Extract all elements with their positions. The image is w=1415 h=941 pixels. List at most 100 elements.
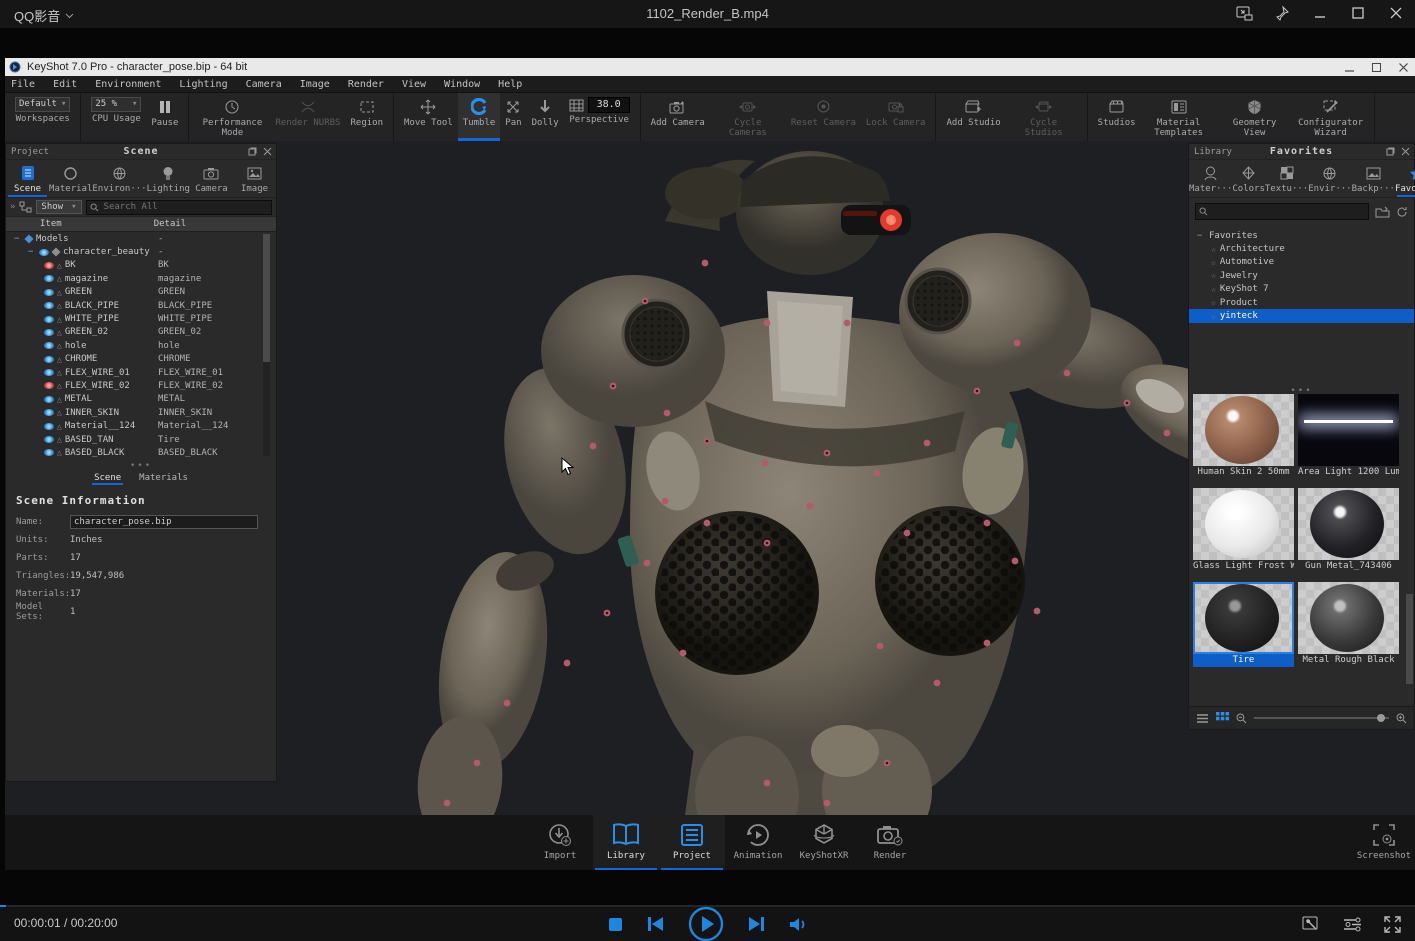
tree-row[interactable]: △BASED_BLACKBASED_BLACK: [6, 446, 276, 459]
tree-row[interactable]: △METALMETAL: [6, 393, 276, 406]
tab-image[interactable]: Image: [233, 160, 276, 197]
refresh-icon[interactable]: [1396, 206, 1408, 218]
performance-mode-button[interactable]: Performance Mode: [194, 93, 270, 141]
tree-row[interactable]: △BASED_TANTire: [6, 433, 276, 446]
thumbnail-size-slider[interactable]: [1254, 717, 1389, 719]
ribbon-animation[interactable]: Animation: [725, 815, 791, 870]
playlist-settings-icon[interactable]: [1343, 917, 1362, 932]
tree-row[interactable]: △CHROMECHROME: [6, 353, 276, 366]
material-thumb-human-skin[interactable]: Human Skin 2 50mm: [1193, 394, 1294, 479]
menu-render[interactable]: Render: [348, 79, 384, 90]
material-thumb-glass-frost[interactable]: Glass Light Frost White: [1193, 488, 1294, 573]
move-tool-button[interactable]: Move Tool: [399, 93, 458, 141]
visibility-eye-icon[interactable]: [44, 302, 54, 309]
visibility-eye-icon[interactable]: [39, 249, 49, 256]
material-templates-button[interactable]: Material Templates: [1141, 93, 1217, 141]
menu-lighting[interactable]: Lighting: [179, 79, 227, 90]
ks-maximize-button[interactable]: [1371, 62, 1382, 73]
scene-search-input[interactable]: [102, 201, 268, 213]
render-nurbs-button[interactable]: Render NURBS: [270, 93, 345, 141]
visibility-eye-icon[interactable]: [44, 356, 54, 363]
menu-view[interactable]: View: [402, 79, 426, 90]
pan-button[interactable]: Pan: [500, 93, 526, 141]
ribbon-library[interactable]: Library: [593, 815, 659, 870]
tab-camera[interactable]: Camera: [190, 160, 233, 197]
tab-environment[interactable]: Environ···: [92, 160, 146, 197]
tree-row[interactable]: −Models-: [6, 232, 276, 245]
volume-button[interactable]: [789, 917, 807, 932]
visibility-eye-icon[interactable]: [44, 329, 54, 336]
visibility-eye-icon[interactable]: [44, 449, 54, 456]
cycle-studios-button[interactable]: Cycle Studios: [1006, 93, 1082, 141]
dolly-button[interactable]: Dolly: [527, 93, 564, 141]
tab-materials-lib[interactable]: Mater···: [1189, 160, 1232, 197]
visibility-eye-icon[interactable]: [44, 409, 54, 416]
tree-row[interactable]: △holehole: [6, 339, 276, 352]
tree-row[interactable]: △GREENGREEN: [6, 286, 276, 299]
list-view-icon[interactable]: [1196, 713, 1209, 724]
tree-filter-icon[interactable]: [19, 201, 32, 213]
material-thumb-tire[interactable]: Tire: [1193, 582, 1294, 667]
visibility-eye-icon[interactable]: [44, 369, 54, 376]
menu-image[interactable]: Image: [300, 79, 330, 90]
ks-close-button[interactable]: [1398, 62, 1409, 73]
favorite-item[interactable]: ☆KeyShot 7: [1189, 283, 1414, 296]
menu-window[interactable]: Window: [444, 79, 480, 90]
library-search-input[interactable]: [1211, 206, 1365, 218]
tumble-button[interactable]: Tumble: [458, 93, 501, 141]
favorites-root[interactable]: −Favorites: [1189, 229, 1414, 242]
next-button[interactable]: [748, 916, 765, 932]
region-button[interactable]: Region: [345, 93, 388, 141]
favorite-item[interactable]: ☆Product: [1189, 296, 1414, 309]
ribbon-screenshot[interactable]: Screenshot: [1353, 815, 1415, 861]
favorite-item[interactable]: ☆Jewelry: [1189, 269, 1414, 282]
add-camera-button[interactable]: Add Camera: [646, 93, 710, 141]
library-scrollbar[interactable]: [1406, 594, 1413, 684]
maximize-button[interactable]: [1343, 2, 1373, 24]
reset-camera-button[interactable]: Reset Camera: [786, 93, 861, 141]
tab-material[interactable]: Material: [49, 160, 92, 197]
tree-row[interactable]: △FLEX_WIRE_01FLEX_WIRE_01: [6, 366, 276, 379]
capture-tools-icon[interactable]: [1302, 916, 1321, 933]
visibility-eye-icon[interactable]: [44, 275, 54, 282]
material-thumb-area-light[interactable]: Area Light 1200 Lumen ...: [1298, 394, 1399, 479]
favorite-item-selected[interactable]: ☆yinteck: [1189, 309, 1414, 322]
workspaces-dropdown[interactable]: Default▾ Workspaces: [10, 93, 75, 141]
visibility-eye-icon-hidden[interactable]: [44, 262, 54, 269]
tree-row[interactable]: △magazinemagazine: [6, 272, 276, 285]
tab-scene[interactable]: Scene: [6, 160, 49, 197]
tab-backplates[interactable]: Backp···: [1352, 160, 1395, 197]
material-thumb-gun-metal[interactable]: Gun Metal_743406: [1298, 488, 1399, 573]
close-panel-icon[interactable]: [263, 147, 272, 156]
close-button[interactable]: [1381, 2, 1411, 24]
mini-player-icon[interactable]: [1229, 2, 1259, 24]
drag-handle-icon[interactable]: [6, 461, 276, 471]
show-dropdown[interactable]: Show▾: [36, 200, 81, 214]
tree-row[interactable]: △BLACK_PIPEBLACK_PIPE: [6, 299, 276, 312]
pause-button[interactable]: Pause: [146, 93, 183, 141]
tree-row[interactable]: △GREEN_02GREEN_02: [6, 326, 276, 339]
add-studio-button[interactable]: Add Studio: [941, 93, 1005, 141]
tab-colors[interactable]: Colors: [1232, 160, 1265, 197]
tree-column-header[interactable]: Item Detail: [6, 217, 276, 232]
import-folder-icon[interactable]: [1375, 206, 1390, 218]
undock-panel-icon[interactable]: [1386, 147, 1395, 156]
tab-textures[interactable]: Textu···: [1265, 160, 1308, 197]
tab-lighting[interactable]: Lighting: [147, 160, 190, 197]
bottom-tab-scene[interactable]: Scene: [92, 473, 123, 485]
ribbon-render[interactable]: Render: [857, 815, 923, 870]
column-item[interactable]: Item: [40, 219, 62, 229]
visibility-eye-icon[interactable]: [44, 342, 54, 349]
bottom-tab-materials[interactable]: Materials: [137, 473, 190, 485]
tree-row[interactable]: −character_beauty-: [6, 245, 276, 258]
material-thumb-metal-rough-black[interactable]: Metal Rough Black: [1298, 582, 1399, 667]
zoom-in-icon[interactable]: [1396, 713, 1407, 724]
stop-button[interactable]: [608, 917, 623, 932]
studios-button[interactable]: Studios: [1093, 93, 1141, 141]
visibility-eye-icon[interactable]: [44, 396, 54, 403]
visibility-eye-icon-hidden[interactable]: [44, 382, 54, 389]
tab-environments-lib[interactable]: Envir···: [1308, 160, 1351, 197]
ribbon-project[interactable]: Project: [659, 815, 725, 870]
tree-row[interactable]: △INNER_SKININNER_SKIN: [6, 406, 276, 419]
visibility-eye-icon[interactable]: [44, 423, 54, 430]
